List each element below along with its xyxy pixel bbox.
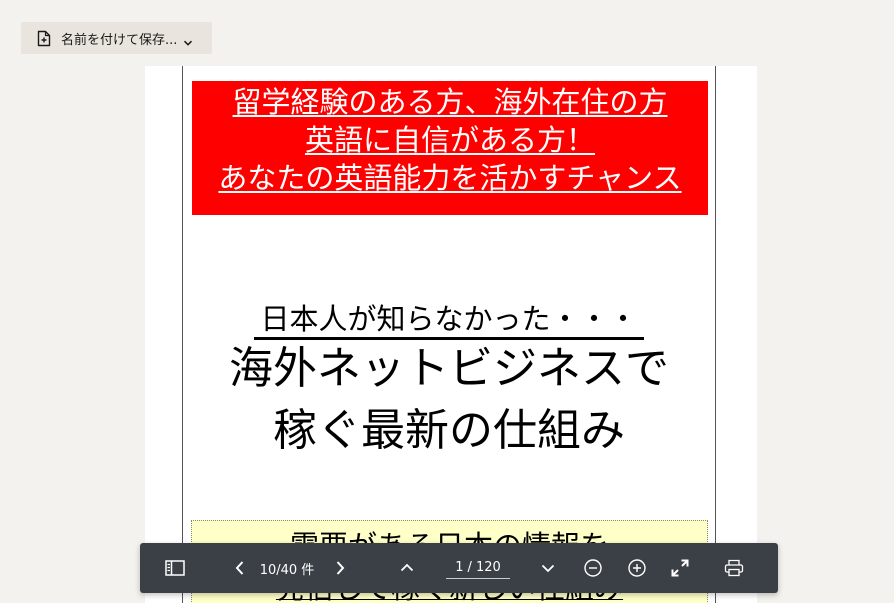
next-match-button[interactable]: [328, 543, 352, 593]
headline-line: 稼ぐ最新の仕組み: [273, 405, 625, 456]
current-page: 1: [455, 560, 464, 575]
next-page-button[interactable]: [535, 543, 561, 593]
headline: 海外ネットビジネスで 稼ぐ最新の仕組み: [183, 338, 715, 462]
zoom-in-button[interactable]: [624, 543, 650, 593]
fullscreen-icon: [671, 559, 689, 577]
print-icon: [724, 559, 744, 577]
headline-line: 海外ネットビジネスで: [229, 343, 669, 394]
print-button[interactable]: [721, 543, 747, 593]
zoom-out-button[interactable]: [580, 543, 606, 593]
chevron-up-icon: [399, 562, 415, 574]
banner-line: あなたの英語能力を活かすチャンス: [218, 161, 682, 195]
banner-line: 英語に自信がある方！: [304, 123, 595, 157]
document-page: 留学経験のある方、海外在住の方 英語に自信がある方！ あなたの英語能力を活かすチ…: [145, 66, 757, 603]
save-as-label: 名前を付けて保存...: [61, 32, 178, 48]
sidebar-toggle-button[interactable]: [160, 543, 190, 593]
chevron-down-icon: [540, 562, 556, 574]
match-count: 10/40 件: [259, 562, 315, 578]
prev-page-button[interactable]: [394, 543, 420, 593]
zoom-out-icon: [583, 558, 603, 578]
zoom-in-icon: [627, 558, 647, 578]
page-border-right: [715, 66, 716, 603]
intro-line: 日本人が知らなかった・・・: [254, 302, 644, 340]
red-banner: 留学経験のある方、海外在住の方 英語に自信がある方！ あなたの英語能力を活かすチ…: [192, 81, 708, 215]
prev-match-button[interactable]: [228, 543, 252, 593]
fullscreen-button[interactable]: [667, 543, 693, 593]
total-pages: / 120: [467, 560, 501, 575]
sidebar-toggle-icon: [165, 560, 185, 576]
chevron-left-icon: [234, 560, 246, 576]
intro-text: 日本人が知らなかった・・・: [183, 296, 715, 340]
chevron-down-icon: [183, 33, 193, 46]
document-add-icon: [37, 30, 51, 47]
save-as-button[interactable]: 名前を付けて保存...: [21, 22, 212, 54]
pdf-toolbar: 10/40 件 1 / 120: [140, 543, 778, 593]
banner-line: 留学経験のある方、海外在住の方: [232, 85, 668, 119]
chevron-right-icon: [334, 560, 346, 576]
page-number-field[interactable]: 1 / 120: [446, 557, 510, 579]
